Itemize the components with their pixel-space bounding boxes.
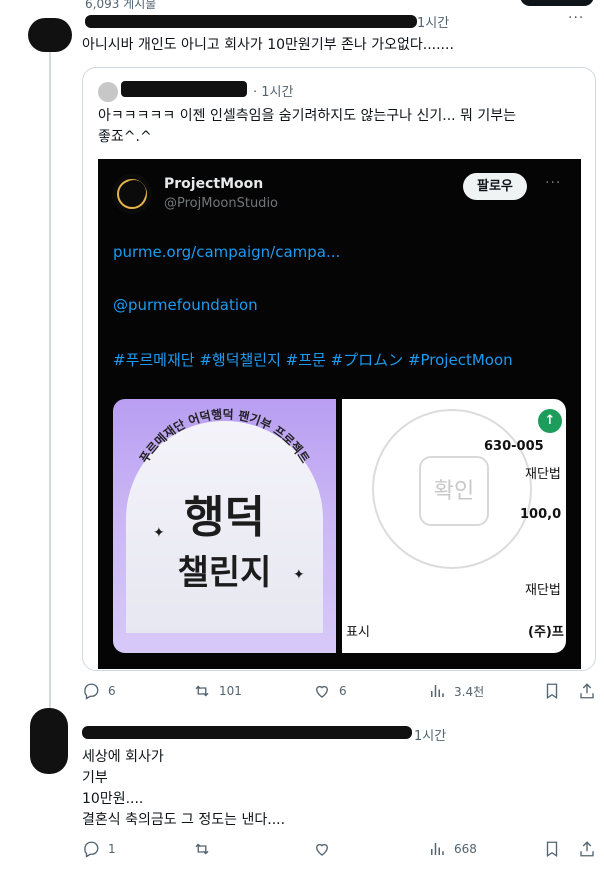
foundation-logo-icon: ↑ (538, 409, 562, 433)
more-icon[interactable]: ··· (568, 10, 584, 26)
like-icon (316, 685, 328, 698)
reply1-actions: 6 101 6 3.4천 (0, 682, 604, 702)
bookmark-button[interactable] (543, 682, 561, 700)
views-button[interactable]: 668 (428, 840, 477, 858)
quote-text-line1: 아ㅋㅋㅋㅋㅋ 이젠 인셀측임을 숨기려하지도 않는구나 신기... 뭐 기부는 (98, 108, 517, 124)
repost-icon (195, 685, 209, 697)
projectmoon-logo (112, 174, 152, 214)
redacted-avatar (28, 18, 72, 52)
quote-text-line2: 좋죠^.^ (98, 129, 152, 145)
receipt-line: 표시 (346, 625, 370, 640)
donation-receipt: 확인 ↑ 630-005 재단법 100,0 재단법 표시 (주)프 (342, 399, 566, 653)
bookmark-button[interactable] (543, 840, 561, 858)
repost-button[interactable]: 101 (193, 682, 242, 700)
reply-count: 6 (108, 684, 116, 698)
receipt-line: 재단법 (525, 583, 561, 598)
embed-more-icon: ··· (545, 175, 562, 191)
views-button[interactable]: 3.4천 (428, 682, 484, 700)
redacted-username (85, 15, 417, 28)
like-button[interactable] (313, 840, 339, 858)
views-count: 668 (454, 842, 477, 856)
thread-line (49, 28, 51, 708)
embedded-screenshot: ProjectMoon @ProjMoonStudio 팔로우 ··· purm… (98, 159, 581, 669)
redacted-username (121, 81, 247, 97)
bookmark-icon (546, 683, 558, 700)
reply2-line: 결혼식 축의금도 그 정도는 낸다.... (82, 812, 286, 828)
stamp-text: 확인 (433, 479, 475, 504)
reply-button[interactable]: 6 (82, 682, 116, 700)
bookmark-icon (546, 841, 558, 858)
reply1-text: 아니시바 개인도 아니고 회사가 10만원기부 존나 가오없다....... (82, 37, 454, 53)
views-icon (431, 843, 444, 855)
receipt-line: 630-005 (484, 439, 544, 454)
avatar[interactable] (98, 82, 118, 102)
like-count: 6 (339, 684, 347, 698)
reply2-line: 기부 (82, 770, 108, 786)
embed-hashtags: #푸르메재단 #행덕챌린지 #프문 #プロムン #ProjectMoon (113, 351, 513, 369)
repost-button[interactable] (193, 840, 219, 858)
repost-count: 101 (219, 684, 242, 698)
embed-mention: @purmefoundation (113, 296, 258, 314)
poster-title-1: 행덕 (184, 492, 265, 543)
confirmation-stamp: 확인 (372, 409, 532, 569)
challenge-poster: 푸르메재단 어덕행덕 팬기부 프로젝트 행덕 챌린지 ✦ ✦ (113, 399, 336, 653)
reply-icon (84, 841, 99, 858)
post-count: 6,093 게시물 (85, 0, 157, 11)
top-button[interactable] (520, 0, 594, 6)
reply-button[interactable]: 1 (82, 840, 116, 858)
reply2-actions: 1 668 (0, 840, 604, 860)
receipt-line: 재단법 (525, 467, 561, 482)
embed-link: purme.org/campaign/campa... (113, 243, 341, 261)
like-icon (316, 843, 328, 856)
quote-tweet[interactable]: · 1시간 아ㅋㅋㅋㅋㅋ 이젠 인셀측임을 숨기려하지도 않는구나 신기... … (82, 67, 596, 671)
reply1-time[interactable]: 1시간 (417, 12, 449, 31)
share-button[interactable] (578, 840, 596, 858)
share-icon (580, 841, 594, 857)
receipt-line: (주)프 (528, 625, 564, 640)
quote-time: · 1시간 (253, 85, 294, 100)
like-button[interactable]: 6 (313, 682, 347, 700)
reply2-time[interactable]: 1시간 (414, 725, 446, 744)
repost-icon (195, 843, 209, 855)
follow-button: 팔로우 (463, 173, 527, 200)
receipt-line: 100,0 (520, 507, 562, 522)
reply-icon (84, 683, 99, 700)
sparkle-icon: ✦ (153, 525, 165, 541)
views-count: 3.4천 (454, 684, 485, 699)
redacted-avatar (30, 708, 68, 774)
sparkle-icon: ✦ (293, 567, 305, 583)
share-icon (580, 683, 594, 699)
views-icon (431, 685, 444, 697)
svg-text:푸르메재단 어덕행덕 팬기부 프로젝트: 푸르메재단 어덕행덕 팬기부 프로젝트 (137, 406, 312, 465)
embed-account-handle: @ProjMoonStudio (164, 196, 279, 211)
embed-account-name: ProjectMoon (164, 176, 264, 192)
reply2-line: 세상에 회사가 (82, 749, 164, 765)
reply2-line: 10만원.... (82, 791, 144, 807)
share-button[interactable] (578, 682, 596, 700)
redacted-username (82, 726, 412, 739)
reply-count: 1 (108, 842, 116, 856)
